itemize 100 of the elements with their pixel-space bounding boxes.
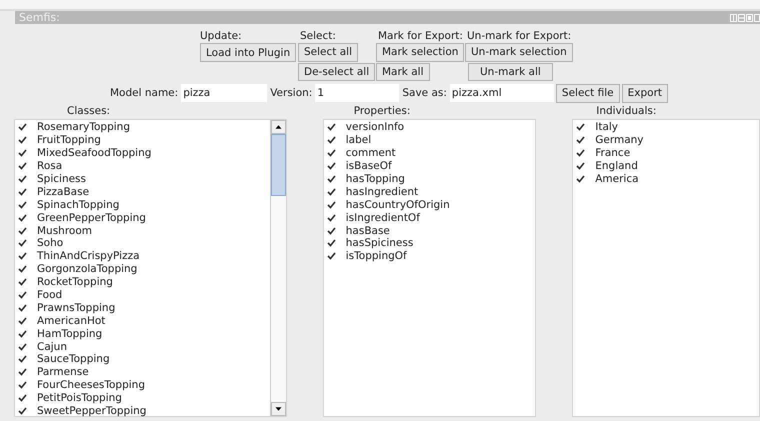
checkmark-icon[interactable] [326,214,336,222]
list-item[interactable]: hasTopping [346,173,405,185]
checkmark-icon[interactable] [576,136,586,144]
checkmark-icon[interactable] [18,368,27,376]
action-button[interactable]: Select all [298,43,358,62]
checkmark-icon[interactable] [18,291,27,300]
list-item[interactable]: England [595,160,638,172]
list-item[interactable]: SweetPepperTopping [37,405,146,418]
checkmark-icon[interactable] [18,252,27,260]
list-item[interactable]: versionInfo [346,121,404,134]
list-item[interactable]: Italy [595,121,618,134]
action-button[interactable]: Mark selection [376,43,464,62]
list-item[interactable]: Rosa [37,160,62,172]
checkmark-icon[interactable] [18,200,27,209]
list-item[interactable]: France [595,147,630,160]
list-item[interactable]: Soho [37,237,64,250]
action-button[interactable]: Mark all [376,62,430,81]
checkmark-icon[interactable] [326,200,336,209]
checkmark-icon[interactable] [18,407,27,416]
checkmark-icon[interactable] [18,304,27,312]
scroll-down-icon[interactable] [270,402,286,416]
text-field[interactable]: pizza [181,84,268,102]
list-item[interactable]: ThinAndCrispyPizza [37,250,140,262]
action-button[interactable]: Select file [556,84,620,102]
checkmark-icon[interactable] [576,175,586,183]
list-item[interactable]: Spiciness [37,173,86,185]
checkmark-icon[interactable] [326,226,336,235]
checkmark-icon[interactable] [18,162,27,170]
list-item[interactable]: GorgonzolaTopping [37,263,138,276]
list-item[interactable]: Food [37,289,62,302]
checkmark-icon[interactable] [326,149,336,158]
text-field[interactable]: pizza.xml [450,84,554,102]
list-item[interactable]: PetitPoisTopping [37,392,122,404]
list-item[interactable]: PizzaBase [37,186,90,198]
action-button[interactable]: De-select all [298,62,376,81]
checkmark-icon[interactable] [326,123,336,132]
list-item[interactable]: PrawnsTopping [37,302,116,314]
list-item[interactable]: FruitTopping [37,134,101,146]
list-item[interactable]: America [595,173,639,185]
list-item[interactable]: Germany [595,134,644,146]
field-label: Save as: [402,87,447,99]
checkmark-icon[interactable] [576,162,586,170]
checkmark-icon[interactable] [18,226,27,235]
group-label: Un-mark for Export: [466,29,572,43]
checkmark-icon[interactable] [18,239,27,248]
scroll-thumb[interactable] [270,134,286,196]
panel-title: Semfis: [19,11,60,24]
checkmark-icon[interactable] [18,381,27,390]
list-item[interactable]: Mushroom [37,224,92,237]
list-heading: Classes: [66,105,112,119]
scroll-up-icon[interactable] [270,120,286,134]
checkmark-icon[interactable] [18,355,27,364]
checkmark-icon[interactable] [326,162,336,170]
checkmark-icon[interactable] [18,214,27,222]
checkmark-icon[interactable] [18,394,27,402]
checkmark-icon[interactable] [18,188,27,196]
list-item[interactable]: Parmense [37,366,89,378]
list-item[interactable]: RocketTopping [37,276,113,288]
list-item[interactable]: isIngredientOf [346,212,420,224]
checkmark-icon[interactable] [18,342,27,351]
action-button[interactable]: Un-mark all [468,62,553,81]
scrollbar[interactable] [270,120,286,416]
list-item[interactable]: MixedSeafoodTopping [37,147,152,160]
checkmark-icon[interactable] [576,123,586,132]
text-field[interactable]: 1 [315,84,400,102]
checkmark-icon[interactable] [576,149,586,158]
list-item[interactable]: GreenPepperTopping [37,212,146,224]
checkmark-icon[interactable] [18,278,27,286]
action-button[interactable]: Un-mark selection [465,43,573,62]
checkmark-icon[interactable] [18,175,27,183]
list-item[interactable]: hasBase [346,224,390,237]
checkmark-icon[interactable] [18,123,27,132]
checkmark-icon[interactable] [18,265,27,274]
checkmark-icon[interactable] [18,330,27,338]
group-label: Mark for Export: [377,29,463,43]
list-item[interactable]: comment [346,147,396,160]
checkmark-icon[interactable] [18,316,27,325]
list-item[interactable]: RosemaryTopping [37,121,130,134]
checkmark-icon[interactable] [326,136,336,144]
list-item[interactable]: label [346,134,372,146]
checkmark-icon[interactable] [326,252,336,260]
list-item[interactable]: SauceTopping [37,353,110,366]
action-button[interactable]: Export [622,84,668,102]
list-item[interactable]: FourCheesesTopping [37,379,145,392]
checkmark-icon[interactable] [326,175,336,183]
list-item[interactable]: isBaseOf [346,160,392,172]
list-item[interactable]: hasCountryOfOrigin [346,198,450,211]
checkmark-icon[interactable] [18,149,27,158]
list-item[interactable]: Cajun [37,340,67,353]
checkmark-icon[interactable] [326,188,336,196]
field-label: Model name: [110,87,178,99]
list-item[interactable]: HamTopping [37,328,102,340]
list-item[interactable]: isToppingOf [346,250,407,262]
list-item[interactable]: hasIngredient [346,186,418,198]
list-item[interactable]: hasSpiciness [346,237,414,250]
checkmark-icon[interactable] [326,239,336,248]
list-item[interactable]: SpinachTopping [37,198,120,211]
list-item[interactable]: AmericanHot [37,314,106,327]
checkmark-icon[interactable] [18,136,27,144]
action-button[interactable]: Load into Plugin [200,43,296,62]
